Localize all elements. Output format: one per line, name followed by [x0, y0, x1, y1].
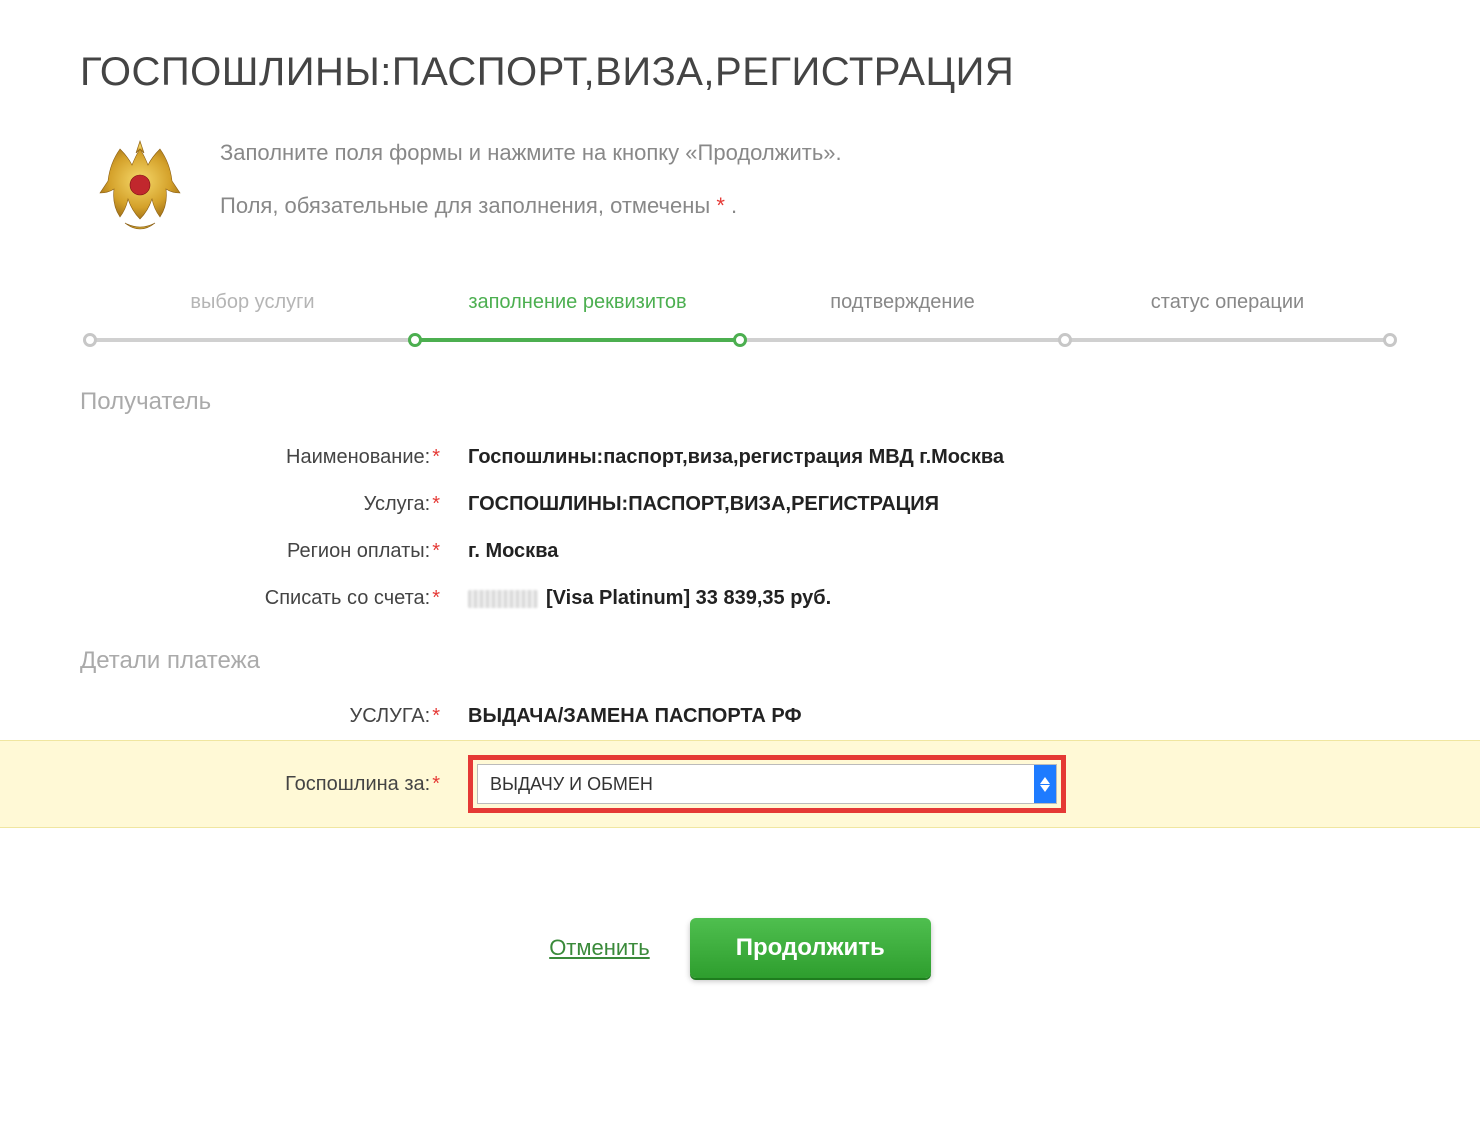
- row-service: Услуга:* ГОСПОШЛИНЫ:ПАСПОРТ,ВИЗА,РЕГИСТР…: [80, 481, 1400, 528]
- row-account: Списать со счета:* [Visa Platinum] 33 83…: [80, 575, 1400, 622]
- fee-select-value: ВЫДАЧУ И ОБМЕН: [490, 774, 653, 795]
- progress-stepper: выбор услуги заполнение реквизитов подтв…: [80, 291, 1400, 348]
- stepper-track: [90, 332, 1390, 348]
- step-label-2: заполнение реквизитов: [415, 291, 740, 314]
- account-number-redacted: [468, 590, 538, 608]
- value-service: ГОСПОШЛИНЫ:ПАСПОРТ,ВИЗА,РЕГИСТРАЦИЯ: [450, 493, 939, 516]
- value-name: Госпошлины:паспорт,виза,регистрация МВД …: [450, 446, 1004, 469]
- row-fee-highlighted: Госпошлина за:* ВЫДАЧУ И ОБМЕН: [0, 740, 1480, 828]
- cancel-link[interactable]: Отменить: [549, 935, 650, 961]
- row-detail-service: УСЛУГА:* ВЫДАЧА/ЗАМЕНА ПАСПОРТА РФ: [80, 693, 1400, 740]
- step-label-3: подтверждение: [740, 291, 1065, 314]
- step-dot-3: [1058, 333, 1072, 347]
- intro-block: Заполните поля формы и нажмите на кнопку…: [80, 135, 1400, 241]
- value-account: [Visa Platinum] 33 839,35 руб.: [450, 587, 831, 610]
- row-name: Наименование:* Госпошлины:паспорт,виза,р…: [80, 434, 1400, 481]
- fee-select[interactable]: ВЫДАЧУ И ОБМЕН: [477, 764, 1057, 804]
- continue-button[interactable]: Продолжить: [690, 918, 931, 978]
- row-region: Регион оплаты:* г. Москва: [80, 528, 1400, 575]
- step-label-1: выбор услуги: [90, 291, 415, 314]
- mvd-emblem-icon: [90, 135, 190, 235]
- details-section-title: Детали платежа: [80, 647, 1400, 675]
- form-actions: Отменить Продолжить: [80, 918, 1400, 978]
- required-star-icon: *: [716, 193, 725, 218]
- value-detail-service: ВЫДАЧА/ЗАМЕНА ПАСПОРТА РФ: [450, 705, 802, 728]
- recipient-section-title: Получатель: [80, 388, 1400, 416]
- step-label-4: статус операции: [1065, 291, 1390, 314]
- fee-select-highlight-frame: ВЫДАЧУ И ОБМЕН: [468, 755, 1066, 813]
- step-dot-4: [1383, 333, 1397, 347]
- step-dot-3-start: [733, 333, 747, 347]
- page-title: ГОСПОШЛИНЫ:ПАСПОРТ,ВИЗА,РЕГИСТРАЦИЯ: [80, 50, 1400, 95]
- intro-line2: Поля, обязательные для заполнения, отмеч…: [220, 188, 842, 223]
- select-updown-icon: [1034, 765, 1056, 803]
- step-dot-2: [408, 333, 422, 347]
- step-dot-1: [83, 333, 97, 347]
- value-region: г. Москва: [450, 540, 558, 563]
- intro-line1: Заполните поля формы и нажмите на кнопку…: [220, 135, 842, 170]
